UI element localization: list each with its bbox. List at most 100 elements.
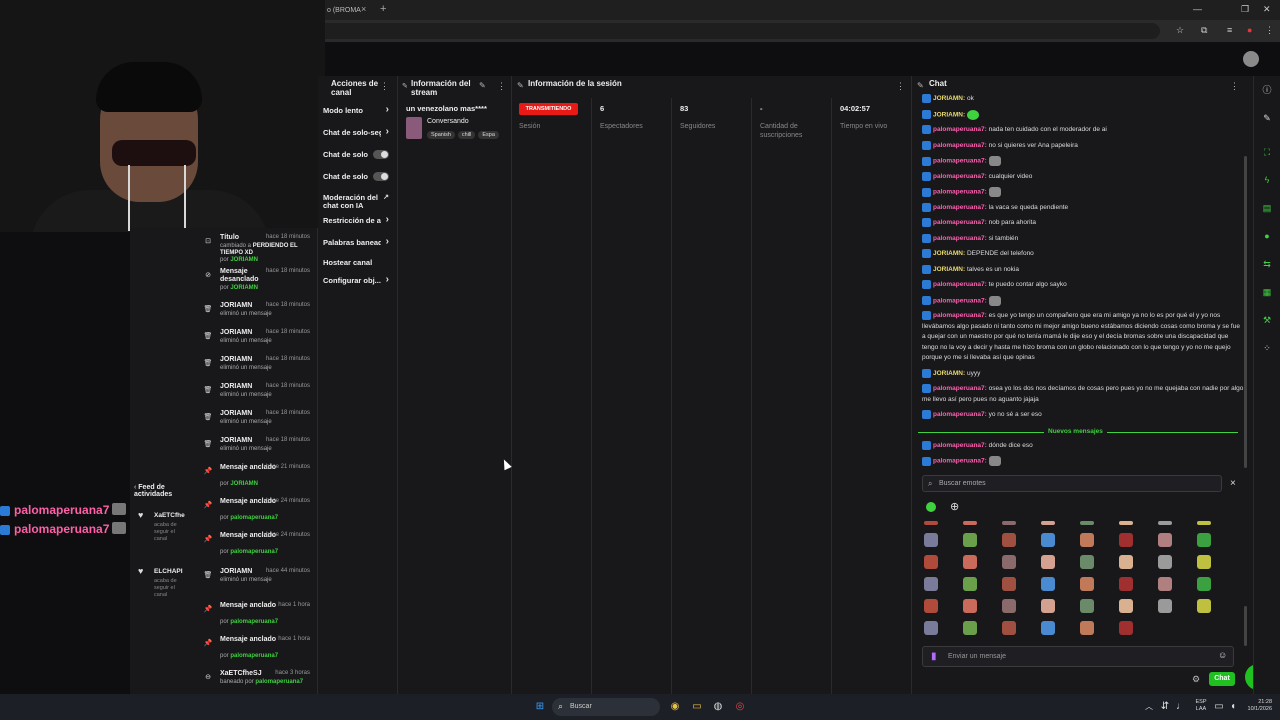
activity-feed-item[interactable]: ⊘ Mensaje desanclado hace 18 minutos por JO… — [196, 268, 316, 294]
chat-username[interactable]: palomaperuana7: — [933, 235, 987, 242]
emote-item[interactable] — [1119, 599, 1133, 613]
channel-action-item[interactable]: Modo lento › — [323, 104, 393, 118]
chat-username[interactable]: JORIAMN: — [933, 370, 965, 377]
emote-item[interactable] — [924, 577, 938, 591]
more-options-icon[interactable]: ⋮ — [380, 81, 389, 92]
activity-feed-item[interactable]: ⊡ Título hace 18 minutos cambiado a PERDIEN… — [196, 234, 316, 263]
clipboard-icon[interactable]: ▤ — [1261, 202, 1273, 214]
emote-item[interactable] — [1002, 533, 1016, 547]
windows-start-icon[interactable]: ⊞ — [533, 700, 547, 714]
chat-username[interactable]: palomaperuana7: — [933, 189, 987, 196]
emote-item[interactable] — [1002, 621, 1016, 635]
bookmark-star-icon[interactable]: ☆ — [1176, 25, 1184, 36]
tray-expand-icon[interactable]: ︿ — [1142, 700, 1156, 714]
chat-username[interactable]: palomaperuana7: — [933, 458, 987, 465]
new-tab-icon[interactable]: + — [380, 3, 386, 15]
emote-item[interactable] — [963, 599, 977, 613]
globe-icon[interactable]: ⊕ — [950, 500, 959, 513]
emote-item[interactable] — [1197, 521, 1211, 525]
activity-feed-item[interactable]: 📌 Mensaje anclado hace 24 minutos por palom… — [196, 532, 316, 558]
obs-icon[interactable]: ◍ — [711, 700, 725, 714]
feed-actor[interactable]: palomaperuana7 — [255, 679, 303, 685]
emote-item[interactable] — [963, 621, 977, 635]
chat-username[interactable]: JORIAMN: — [933, 95, 965, 102]
channel-action-item[interactable]: Restricción de ac › — [323, 214, 393, 228]
chat-username[interactable]: JORIAMN: — [933, 266, 965, 273]
lightning-icon[interactable]: ϟ — [1261, 174, 1273, 186]
emote-item[interactable] — [1080, 599, 1094, 613]
emote-item[interactable] — [1002, 577, 1016, 591]
emote-item[interactable] — [924, 599, 938, 613]
chat-username[interactable]: palomaperuana7: — [933, 219, 987, 226]
chat-username[interactable]: palomaperuana7: — [933, 385, 987, 392]
emote-item[interactable] — [1080, 521, 1094, 525]
chat-username[interactable]: palomaperuana7: — [933, 281, 987, 288]
more-options-icon[interactable]: ⋮ — [497, 81, 506, 92]
chat-username[interactable]: palomaperuana7: — [933, 442, 987, 449]
chat-username[interactable]: palomaperuana7: — [933, 312, 987, 319]
emote-item[interactable] — [1041, 521, 1055, 525]
emote-item[interactable] — [1119, 521, 1133, 525]
chat-bubble-icon[interactable]: ● — [1261, 230, 1273, 242]
channel-action-item[interactable]: Configurar obj... › — [323, 274, 393, 288]
feed-actor[interactable]: JORIAMN — [230, 481, 258, 487]
url-field[interactable] — [325, 23, 1160, 39]
feed-actor[interactable]: palomaperuana7 — [230, 619, 278, 625]
app-icon[interactable]: ◎ — [733, 700, 747, 714]
activity-feed-item[interactable]: 📌 Mensaje anclado hace 1 hora por palomaper… — [196, 602, 316, 628]
chat-username[interactable]: palomaperuana7: — [933, 158, 987, 165]
grid-icon[interactable]: ▦ — [1261, 286, 1273, 298]
keyboard-language[interactable]: ESP LAA — [1190, 699, 1212, 713]
wrench-icon[interactable]: ⚒ — [1261, 314, 1273, 326]
settings-gear-icon[interactable]: ⚙ — [1192, 674, 1200, 685]
chrome-icon[interactable]: ◉ — [668, 700, 682, 714]
emote-item[interactable] — [1158, 555, 1172, 569]
minimize-icon[interactable]: — — [1193, 4, 1202, 14]
emote-picker-icon[interactable]: ☺ — [1218, 650, 1227, 660]
emote-item[interactable] — [1041, 555, 1055, 569]
network-icon[interactable]: ⇵ — [1158, 700, 1172, 714]
emote-item[interactable] — [963, 521, 977, 525]
toggle-switch[interactable] — [373, 172, 389, 181]
file-explorer-icon[interactable]: ▭ — [690, 700, 704, 714]
info-icon[interactable]: ⓘ — [1261, 84, 1273, 96]
emote-item[interactable] — [1080, 533, 1094, 547]
stream-category[interactable]: Conversando — [427, 118, 469, 125]
emote-item[interactable] — [1080, 555, 1094, 569]
chat-username[interactable]: JORIAMN: — [933, 111, 965, 118]
emote-item[interactable] — [1119, 555, 1133, 569]
display-icon[interactable]: ▭ — [1212, 700, 1226, 714]
channel-action-item[interactable]: Palabras banead › — [323, 236, 393, 250]
emote-item[interactable] — [1119, 621, 1133, 635]
emote-item[interactable] — [1197, 533, 1211, 547]
feed-actor[interactable]: palomaperuana7 — [230, 549, 278, 555]
emote-item[interactable] — [1041, 577, 1055, 591]
stream-tag[interactable]: Spanish — [427, 131, 455, 139]
emote-item[interactable] — [1041, 599, 1055, 613]
activity-feed-item[interactable]: 🗑 JORIAMN hace 18 minutos eliminó un mensaj… — [196, 383, 316, 409]
feed-actor[interactable]: palomaperuana7 — [230, 515, 278, 521]
chat-username[interactable]: palomaperuana7: — [933, 142, 987, 149]
emote-scrollbar[interactable] — [1244, 606, 1247, 646]
emote-item[interactable] — [1002, 599, 1016, 613]
activity-feed-item[interactable]: 🗑 JORIAMN hace 44 minutos eliminó un mensaj… — [196, 568, 316, 594]
user-avatar[interactable] — [1243, 51, 1259, 67]
emote-item[interactable] — [1158, 577, 1172, 591]
chat-message-input[interactable]: ▮ Enviar un mensaje ☺ — [922, 646, 1234, 667]
emote-item[interactable] — [1119, 533, 1133, 547]
extension-red-icon[interactable]: ● — [1247, 25, 1252, 35]
7tv-emotes-tab-icon[interactable] — [926, 502, 936, 512]
pencil-icon[interactable]: ✎ — [1261, 112, 1273, 124]
emote-item[interactable] — [963, 555, 977, 569]
taskbar-search[interactable]: ⌕ Buscar — [552, 698, 660, 716]
stream-tag[interactable]: Espa — [478, 131, 499, 139]
emote-item[interactable] — [1197, 555, 1211, 569]
activity-feed-item[interactable]: ⊖ XaETCfheSJ hace 3 horas baneado por palom… — [196, 670, 316, 696]
emote-item[interactable] — [1080, 621, 1094, 635]
taskbar-clock[interactable]: 21:28 10/1/2026 — [1240, 699, 1272, 713]
stream-tag[interactable]: chill — [457, 131, 476, 139]
emote-item[interactable] — [1041, 621, 1055, 635]
emote-item[interactable] — [1080, 577, 1094, 591]
activity-feed-item[interactable]: 🗑 JORIAMN hace 18 minutos eliminó un mensaj… — [196, 437, 316, 463]
chat-username[interactable]: JORIAMN: — [933, 250, 965, 257]
